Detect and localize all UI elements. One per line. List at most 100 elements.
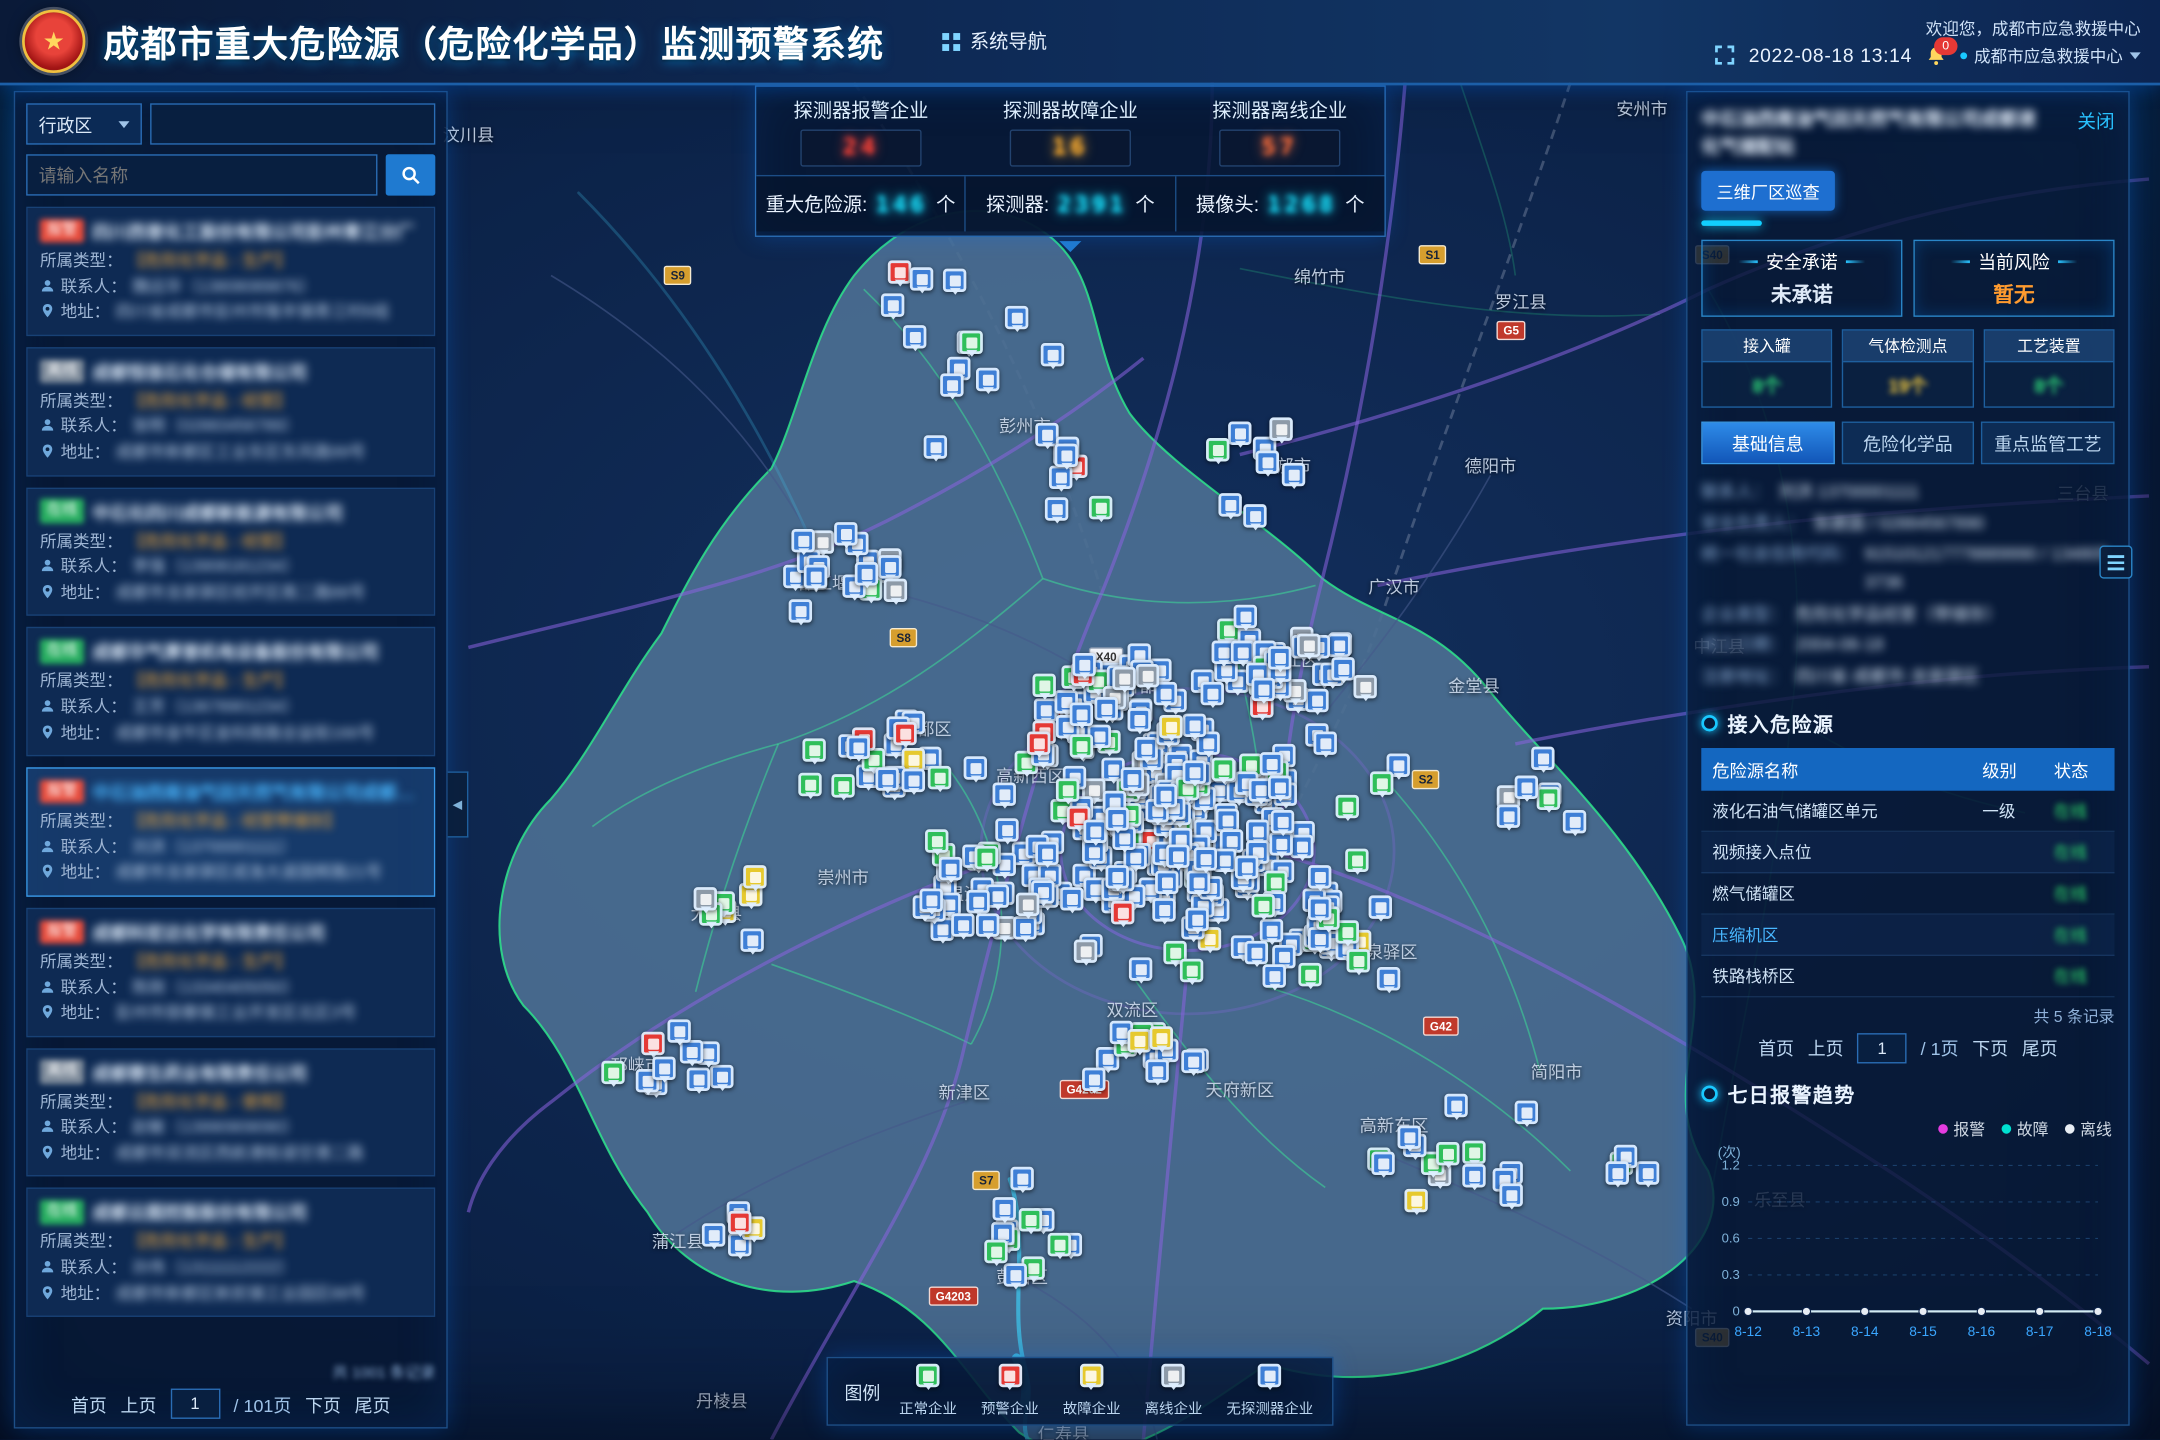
enterprise-marker-blue[interactable] xyxy=(1271,810,1294,833)
enterprise-marker-blue[interactable] xyxy=(1010,1167,1033,1190)
enterprise-marker-blue[interactable] xyxy=(910,267,933,290)
enterprise-marker-blue[interactable] xyxy=(1515,1101,1538,1124)
enterprise-marker-blue[interactable] xyxy=(1305,689,1328,712)
page-last-button[interactable]: 尾页 xyxy=(2022,1035,2058,1061)
enterprise-marker-gray[interactable] xyxy=(694,887,717,910)
company-card[interactable]: 报警成都科宏达化学有限责任公司所属类型：【危险化学品 - 生产】联系人：陈刚（1… xyxy=(26,908,435,1037)
enterprise-marker-red[interactable] xyxy=(728,1211,751,1234)
enterprise-marker-blue[interactable] xyxy=(1636,1161,1659,1184)
hazard-table-row[interactable]: 压缩机区在线 xyxy=(1701,914,2114,955)
enterprise-marker-blue[interactable] xyxy=(878,555,901,578)
enterprise-marker-green[interactable] xyxy=(925,829,948,852)
enterprise-marker-yellow[interactable] xyxy=(1128,1029,1151,1052)
enterprise-marker-blue[interactable] xyxy=(652,1057,675,1080)
hazard-table-row[interactable]: 燃气储罐区在线 xyxy=(1701,873,2114,914)
enterprise-marker-red[interactable] xyxy=(641,1032,664,1055)
hazard-table-row[interactable]: 视频接入点位在线 xyxy=(1701,831,2114,872)
enterprise-marker-blue[interactable] xyxy=(1377,967,1400,990)
enterprise-marker-blue[interactable] xyxy=(943,269,966,292)
enterprise-marker-blue[interactable] xyxy=(847,736,870,759)
enterprise-marker-red[interactable] xyxy=(888,260,911,283)
enterprise-marker-blue[interactable] xyxy=(1129,957,1152,980)
enterprise-marker-blue[interactable] xyxy=(1083,820,1106,843)
enterprise-marker-blue[interactable] xyxy=(1105,807,1128,830)
enterprise-marker-red[interactable] xyxy=(1027,731,1050,754)
enterprise-marker-gray[interactable] xyxy=(884,579,907,602)
page-number-input[interactable] xyxy=(170,1389,220,1419)
page-prev-button[interactable]: 上页 xyxy=(121,1391,157,1417)
enterprise-marker-blue[interactable] xyxy=(1128,708,1151,731)
enterprise-marker-gray[interactable] xyxy=(1136,664,1159,687)
enterprise-marker-blue[interactable] xyxy=(1369,895,1392,918)
enterprise-marker-green[interactable] xyxy=(1089,496,1112,519)
enterprise-marker-blue[interactable] xyxy=(1060,887,1083,910)
close-button[interactable]: 关闭 xyxy=(2077,106,2114,134)
enterprise-marker-gray[interactable] xyxy=(1112,667,1135,690)
enterprise-marker-red[interactable] xyxy=(893,722,916,745)
enterprise-marker-blue[interactable] xyxy=(920,889,943,912)
enterprise-marker-blue[interactable] xyxy=(939,857,962,880)
enterprise-marker-blue[interactable] xyxy=(1035,842,1058,865)
enterprise-marker-blue[interactable] xyxy=(1234,605,1257,628)
enterprise-marker-blue[interactable] xyxy=(1313,731,1336,754)
district-select[interactable]: 行政区 xyxy=(26,103,142,144)
enterprise-marker-blue[interactable] xyxy=(1327,634,1350,657)
enterprise-marker-green[interactable] xyxy=(1347,949,1370,972)
enterprise-marker-blue[interactable] xyxy=(1231,641,1254,664)
enterprise-marker-blue[interactable] xyxy=(1194,847,1217,870)
search-button[interactable] xyxy=(386,154,436,195)
enterprise-marker-blue[interactable] xyxy=(976,913,999,936)
enterprise-marker-blue[interactable] xyxy=(1045,497,1068,520)
enterprise-marker-yellow[interactable] xyxy=(1404,1189,1427,1212)
enterprise-marker-blue[interactable] xyxy=(1260,752,1283,775)
enterprise-marker-gray[interactable] xyxy=(1269,417,1292,440)
trend-legend-item[interactable]: 离线 xyxy=(2065,1118,2112,1140)
enterprise-marker-blue[interactable] xyxy=(1331,657,1354,680)
enterprise-marker-blue[interactable] xyxy=(1072,653,1095,676)
page-first-button[interactable]: 首页 xyxy=(1758,1035,1794,1061)
company-card[interactable]: 离线成都蓉生药业有限责任公司所属类型：【危险化学品 - 使用】联系人：赵敏（13… xyxy=(26,1048,435,1177)
tab-基础信息[interactable]: 基础信息 xyxy=(1701,422,1834,465)
enterprise-marker-blue[interactable] xyxy=(1181,1050,1204,1073)
enterprise-marker-green[interactable] xyxy=(1370,771,1393,794)
enterprise-marker-blue[interactable] xyxy=(903,325,926,348)
enterprise-marker-green[interactable] xyxy=(1180,959,1203,982)
hazard-table-row[interactable]: 液化石油气储罐区单元一级在线 xyxy=(1701,790,2114,831)
plant-3d-tour-button[interactable]: 三维厂区巡查 xyxy=(1701,171,1835,211)
notifications-bell[interactable]: 0 xyxy=(1926,45,1947,66)
enterprise-marker-gray[interactable] xyxy=(1297,634,1320,657)
enterprise-marker-blue[interactable] xyxy=(1183,714,1206,737)
enterprise-marker-blue[interactable] xyxy=(1228,422,1251,445)
enterprise-marker-blue[interactable] xyxy=(1515,776,1538,799)
enterprise-marker-blue[interactable] xyxy=(1218,493,1241,516)
enterprise-marker-blue[interactable] xyxy=(875,767,898,790)
enterprise-marker-blue[interactable] xyxy=(1185,908,1208,931)
enterprise-marker-blue[interactable] xyxy=(1263,964,1286,987)
enterprise-marker-green[interactable] xyxy=(1345,849,1368,872)
enterprise-marker-blue[interactable] xyxy=(1154,784,1177,807)
org-dropdown[interactable]: 成都市应急救援中心 xyxy=(1960,43,2140,66)
enterprise-marker-blue[interactable] xyxy=(1606,1161,1629,1184)
enterprise-marker-blue[interactable] xyxy=(1371,1152,1394,1175)
page-next-button[interactable]: 下页 xyxy=(1972,1035,2008,1061)
enterprise-marker-blue[interactable] xyxy=(881,293,904,316)
trend-legend-item[interactable]: 报警 xyxy=(1938,1118,1985,1140)
enterprise-marker-blue[interactable] xyxy=(1444,1094,1467,1117)
tab-重点监管工艺[interactable]: 重点监管工艺 xyxy=(1981,422,2114,465)
enterprise-marker-blue[interactable] xyxy=(902,769,925,792)
company-card[interactable]: 报警四川西普化工股份有限公司彭州青江分厂所属类型：【危险化学品 - 生产】联系人… xyxy=(26,207,435,336)
company-card[interactable]: 离线成都恒信石化仓储有限公司所属类型：【危险化学品 - 经营】联系人：张明（02… xyxy=(26,347,435,476)
enterprise-marker-blue[interactable] xyxy=(667,1019,690,1042)
enterprise-marker-green[interactable] xyxy=(1436,1142,1459,1165)
enterprise-marker-blue[interactable] xyxy=(855,562,878,585)
enterprise-marker-blue[interactable] xyxy=(1070,703,1093,726)
enterprise-marker-blue[interactable] xyxy=(1563,810,1586,833)
company-card[interactable]: 在线成都华气厚普机电设备股份有限公司所属类型：【危险化学品 - 生产】联系人：王… xyxy=(26,627,435,756)
hazard-name[interactable]: 压缩机区 xyxy=(1701,914,1971,954)
enterprise-marker-green[interactable] xyxy=(1537,787,1560,810)
enterprise-marker-blue[interactable] xyxy=(995,818,1018,841)
enterprise-marker-blue[interactable] xyxy=(1235,855,1258,878)
enterprise-marker-green[interactable] xyxy=(984,1240,1007,1263)
enterprise-marker-blue[interactable] xyxy=(1121,767,1144,790)
enterprise-marker-blue[interactable] xyxy=(1499,1183,1522,1206)
